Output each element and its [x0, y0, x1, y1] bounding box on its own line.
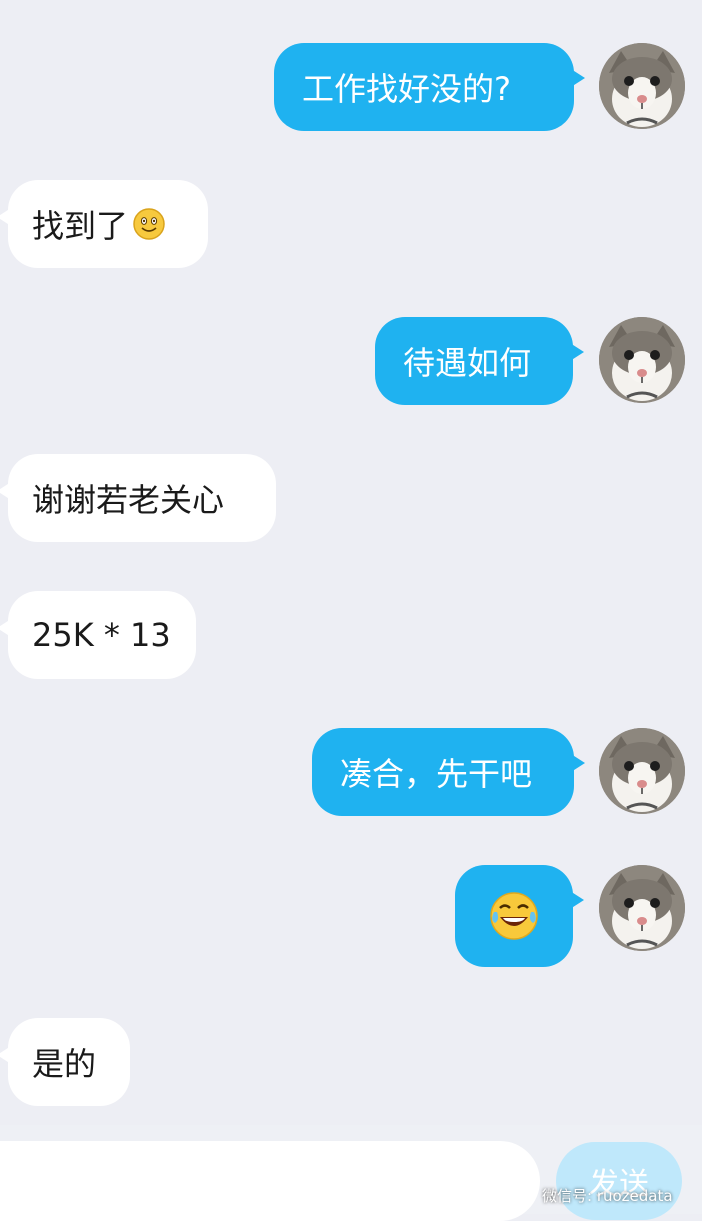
message-text: 凑合，先干吧: [340, 755, 533, 793]
cat-avatar[interactable]: [599, 317, 685, 403]
watermark: 微信号: ruozedata: [512, 1181, 673, 1209]
cat-avatar[interactable]: [599, 865, 685, 951]
message-bubble[interactable]: 凑合，先干吧: [312, 728, 585, 816]
message-bubble[interactable]: 工作找好没的?: [274, 43, 585, 131]
cat-avatar[interactable]: [599, 728, 685, 814]
message-bubble[interactable]: 谢谢若老关心: [0, 454, 276, 542]
chat-area: 工作找好没的? 找到了 待遇如何 谢谢若老关心 25K * 13 凑合，先干吧 …: [0, 0, 702, 1125]
message-text: 谢谢若老关心: [32, 481, 225, 519]
cat-avatar-image: [599, 865, 685, 951]
message-outgoing: [455, 865, 584, 967]
wechat-icon: [512, 1185, 536, 1204]
tears-of-joy-emoji: [490, 892, 538, 940]
watermark-text: 微信号: ruozedata: [542, 1186, 673, 1205]
message-text: 找到了: [32, 207, 129, 245]
message-outgoing: 待遇如何: [375, 317, 584, 405]
message-text: 工作找好没的?: [302, 70, 511, 108]
message-outgoing: 工作找好没的?: [274, 43, 585, 131]
message-bubble[interactable]: 找到了: [0, 180, 208, 268]
message-outgoing: 凑合，先干吧: [312, 728, 585, 816]
cat-avatar-image: [599, 43, 685, 129]
message-incoming: 谢谢若老关心: [0, 454, 276, 542]
message-text: 25K * 13: [32, 616, 171, 654]
message-bubble[interactable]: [455, 865, 584, 967]
message-text: 是的: [32, 1045, 97, 1083]
cat-avatar[interactable]: [599, 43, 685, 129]
message-bubble[interactable]: 25K * 13: [0, 591, 196, 679]
message-incoming: 25K * 13: [0, 591, 196, 679]
message-incoming: 找到了: [0, 180, 208, 268]
cat-avatar-image: [599, 317, 685, 403]
message-text: 待遇如何: [403, 344, 532, 382]
cat-avatar-image: [599, 728, 685, 814]
message-bubble[interactable]: 待遇如何: [375, 317, 584, 405]
message-input[interactable]: [0, 1141, 540, 1221]
message-bubble[interactable]: 是的: [0, 1018, 130, 1106]
message-incoming: 是的: [0, 1018, 130, 1106]
smiling-face-emoji: [133, 208, 165, 240]
